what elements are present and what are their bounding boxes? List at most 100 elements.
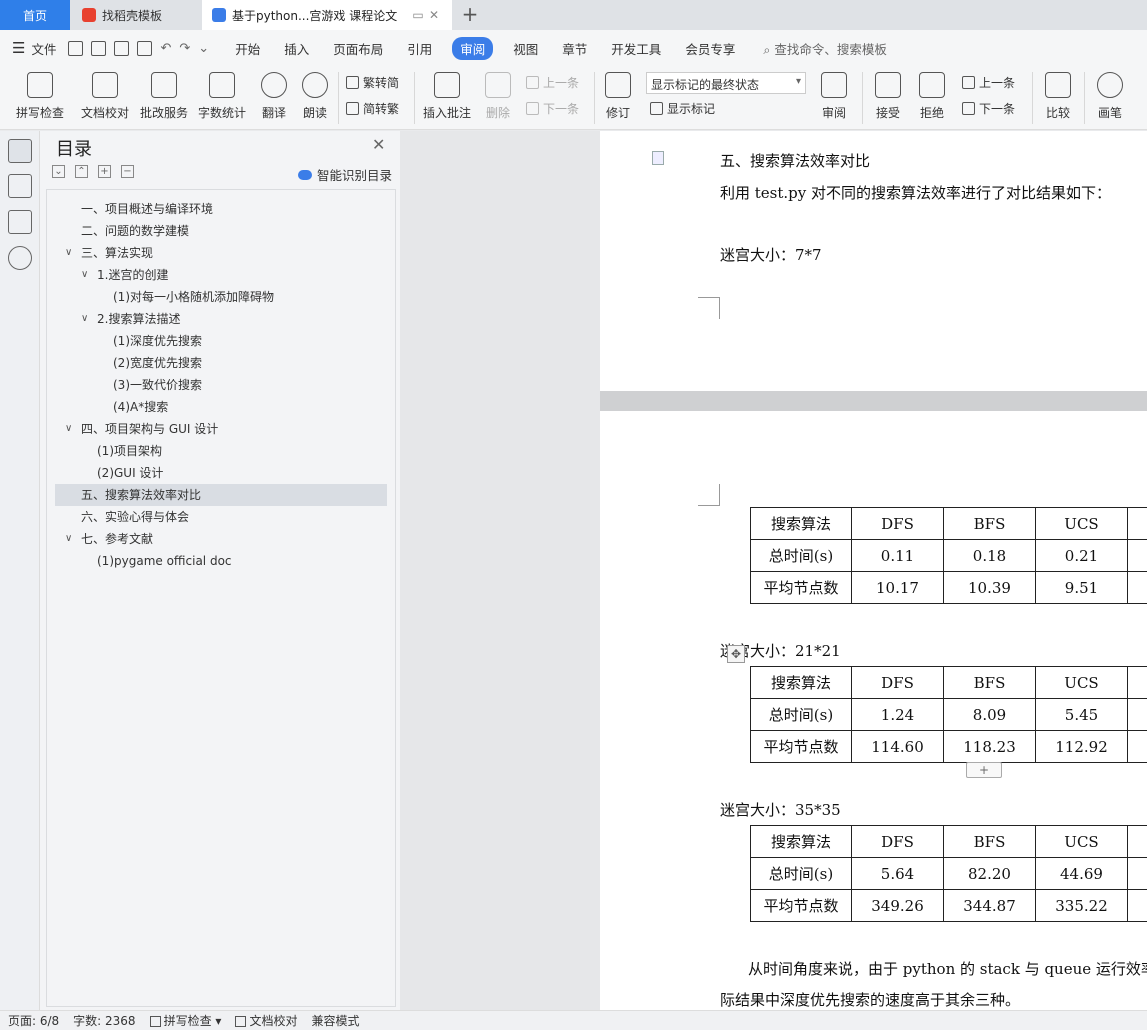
tab-template[interactable]: 找稻壳模板 (72, 0, 200, 30)
table-cell[interactable]: UCS (1035, 507, 1128, 540)
toc-item[interactable]: (1)对每一小格随机添加障碍物 (55, 286, 387, 308)
reject-button[interactable]: 拒绝 (914, 70, 950, 121)
table-cell[interactable]: BFS (943, 507, 1036, 540)
menu-tab-references[interactable]: 引用 (407, 39, 432, 58)
menu-tab-layout[interactable]: 页面布局 (333, 39, 383, 58)
command-search[interactable]: ⌕ 查找命令、搜索模板 (763, 39, 887, 58)
track-changes-button[interactable]: 修订 (600, 70, 636, 121)
show-markup-button[interactable]: 显示标记 (650, 100, 715, 117)
compare-button[interactable]: 比较 (1040, 70, 1076, 121)
tab-home[interactable]: 首页 (0, 0, 70, 30)
table-move-handle-icon[interactable]: ✥ (727, 645, 745, 663)
table-cell[interactable]: 9.51 (1035, 571, 1128, 604)
table-cell[interactable]: 0.11 (851, 539, 944, 572)
print-icon[interactable] (114, 40, 130, 56)
results-table-21x21[interactable]: 搜索算法 DFS BFS UCS 总时间(s) 1.24 8.09 5.45 平… (750, 666, 1147, 763)
table-cell[interactable]: 总时间(s) (750, 539, 852, 572)
table-cell[interactable]: UCS (1035, 666, 1128, 699)
table-cell[interactable] (1127, 698, 1147, 731)
table-cell[interactable]: 344.87 (943, 889, 1036, 922)
table-cell[interactable]: UCS (1035, 825, 1128, 858)
toc-item[interactable]: (1)深度优先搜索 (55, 330, 387, 352)
table-cell[interactable] (1127, 539, 1147, 572)
table-cell[interactable]: 10.39 (943, 571, 1036, 604)
table-cell[interactable]: 10.17 (851, 571, 944, 604)
results-table-35x35[interactable]: 搜索算法 DFS BFS UCS 总时间(s) 5.64 82.20 44.69… (750, 825, 1147, 922)
table-cell[interactable]: BFS (943, 666, 1036, 699)
chevron-down-icon[interactable]: ∨ (65, 418, 72, 440)
table-cell[interactable] (1127, 889, 1147, 922)
table-cell[interactable]: BFS (943, 825, 1036, 858)
toc-item[interactable]: (1)pygame official doc (55, 550, 387, 572)
table-cell[interactable]: 平均节点数 (750, 730, 852, 763)
bookmark-icon[interactable] (8, 210, 32, 234)
menu-tab-insert[interactable]: 插入 (284, 39, 309, 58)
chevron-down-icon[interactable]: ∨ (81, 264, 88, 286)
undo-icon[interactable]: ↶ (160, 41, 171, 56)
collapse-dropdown-icon[interactable]: ⌄ (52, 165, 65, 178)
translate-button[interactable]: 翻译 (256, 70, 292, 121)
toc-view-icon[interactable] (8, 139, 32, 163)
table-cell[interactable]: 5.45 (1035, 698, 1128, 731)
file-menu[interactable]: ☰ 文件 (12, 39, 56, 58)
doc-proof-button[interactable]: 文档校对 (80, 70, 130, 121)
toc-item[interactable]: ∨ 2.搜索算法描述 (55, 308, 387, 330)
word-count-button[interactable]: 字数统计 (198, 70, 246, 121)
results-table-7x7[interactable]: 搜索算法 DFS BFS UCS 总时间(s) 0.11 0.18 0.21 平… (750, 507, 1147, 604)
table-cell[interactable]: 112.92 (1035, 730, 1128, 763)
word-count-indicator[interactable]: 字数: 2368 (73, 1012, 135, 1029)
menu-tab-member[interactable]: 会员专享 (685, 39, 735, 58)
table-cell[interactable] (1127, 730, 1147, 763)
read-aloud-button[interactable]: 朗读 (300, 70, 330, 121)
table-cell[interactable]: 82.20 (943, 857, 1036, 890)
toc-item[interactable]: 二、问题的数学建模 (55, 220, 387, 242)
search-icon[interactable] (8, 246, 32, 270)
toc-item[interactable]: (2)宽度优先搜索 (55, 352, 387, 374)
toc-item[interactable]: 一、项目概述与编译环境 (55, 198, 387, 220)
prev-comment-button[interactable]: 上一条 (526, 74, 579, 91)
markup-display-select[interactable]: 显示标记的最终状态 ▾ (646, 72, 806, 94)
chevron-down-icon[interactable]: ∨ (65, 242, 72, 264)
float-window-icon[interactable]: ▭ (410, 8, 426, 22)
page-indicator[interactable]: 页面: 6/8 (8, 1012, 59, 1029)
menu-tab-start[interactable]: 开始 (235, 39, 260, 58)
pen-button[interactable]: 画笔 (1094, 70, 1126, 121)
table-cell[interactable]: DFS (851, 825, 944, 858)
chevron-down-icon[interactable]: ∨ (81, 308, 88, 330)
insert-comment-button[interactable]: 插入批注 (422, 70, 472, 121)
toc-item[interactable]: ∨ 七、参考文献 (55, 528, 387, 550)
document-page[interactable]: 搜索算法 DFS BFS UCS 总时间(s) 0.11 0.18 0.21 平… (600, 411, 1147, 1010)
toc-item[interactable]: ∨ 四、项目架构与 GUI 设计 (55, 418, 387, 440)
table-cell[interactable]: 118.23 (943, 730, 1036, 763)
document-canvas[interactable]: 五、搜索算法效率对比 利用 test.py 对不同的搜索算法效率进行了对比结果如… (400, 131, 1147, 1010)
delete-comment-button[interactable]: 删除 (480, 70, 516, 121)
table-cell[interactable]: 5.64 (851, 857, 944, 890)
collapse-all-icon[interactable]: − (121, 165, 134, 178)
table-cell[interactable]: DFS (851, 666, 944, 699)
table-cell[interactable]: DFS (851, 507, 944, 540)
toc-item[interactable]: (2)GUI 设计 (55, 462, 387, 484)
table-cell[interactable]: 平均节点数 (750, 571, 852, 604)
table-cell[interactable]: 8.09 (943, 698, 1036, 731)
customize-chevron-icon[interactable]: ⌄ (198, 41, 209, 56)
toc-item[interactable]: ∨ 1.迷宫的创建 (55, 264, 387, 286)
next-change-button[interactable]: 下一条 (962, 100, 1015, 117)
table-cell[interactable]: 总时间(s) (750, 698, 852, 731)
chapter-nav-icon[interactable] (8, 174, 32, 198)
redo-icon[interactable]: ↷ (179, 41, 190, 56)
menu-tab-view[interactable]: 视图 (513, 39, 538, 58)
paragraph-marker-icon[interactable] (652, 151, 664, 165)
table-cell[interactable] (1127, 825, 1147, 858)
menu-tab-developer[interactable]: 开发工具 (611, 39, 661, 58)
review-pane-button[interactable]: 审阅 (816, 70, 852, 121)
table-cell[interactable]: 335.22 (1035, 889, 1128, 922)
toc-item[interactable]: (4)A*搜索 (55, 396, 387, 418)
chevron-down-icon[interactable]: ∨ (65, 528, 72, 550)
prev-change-button[interactable]: 上一条 (962, 74, 1015, 91)
toc-item[interactable]: 六、实验心得与体会 (55, 506, 387, 528)
smart-toc-button[interactable]: 智能识别目录 (298, 165, 392, 184)
next-comment-button[interactable]: 下一条 (526, 100, 579, 117)
table-cell[interactable] (1127, 571, 1147, 604)
promote-icon[interactable]: ⌃ (75, 165, 88, 178)
table-cell[interactable] (1127, 666, 1147, 699)
